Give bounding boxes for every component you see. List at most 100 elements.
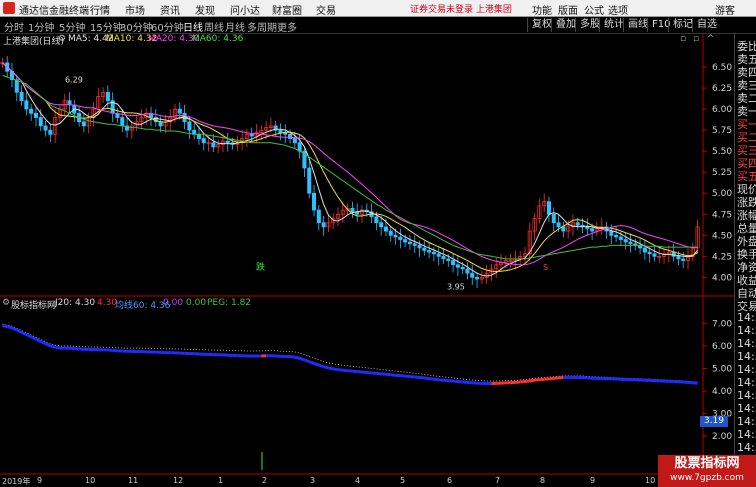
right-quote-panel: 委比 卖五 卖四 卖三 卖二 卖一 买一 买二 买三 买四 买五 现价 涨跌 涨幅 总量 外盘 换手 净资 收益 自动…: [734, 34, 756, 487]
sub-indicator-segment: [333, 367, 339, 372]
right-panel-item: 14:5: [737, 363, 756, 376]
sub-indicator-segment: [313, 362, 320, 367]
candle-body: [225, 140, 230, 144]
sub-indicator-segment: [318, 363, 325, 369]
candle-body: [187, 121, 192, 131]
candle-body: [623, 239, 628, 243]
signal-die-marker: 跌: [256, 262, 265, 273]
y-tick-label: 6.50: [712, 63, 732, 73]
x-axis-label: 10: [85, 476, 96, 485]
sub-y-tick-label: 4.00: [712, 387, 732, 397]
candle-body: [388, 230, 393, 236]
candle-body: [676, 255, 681, 260]
candle-body: [297, 142, 302, 152]
candle-body: [374, 216, 379, 224]
candle-body: [628, 241, 633, 245]
candle-body: [417, 245, 422, 249]
candle-body: [19, 91, 24, 102]
candle-body: [422, 247, 427, 251]
x-axis-label: 12: [173, 476, 184, 485]
y-tick-label: 5.00: [712, 189, 732, 199]
candle-body: [441, 255, 446, 260]
settings-icon[interactable]: ⚙: [58, 34, 66, 44]
candle-body: [671, 251, 676, 257]
candle-body: [24, 100, 29, 110]
sub-indicator-segment: [25, 333, 32, 339]
y-tick-label: 6.25: [712, 84, 732, 94]
signal-s-marker: S: [543, 263, 548, 272]
sub-indicator-segment: [54, 345, 61, 350]
right-panel-item: 14:5: [737, 337, 756, 350]
sub-y-tick-label: 6.00: [712, 342, 732, 352]
candle-body: [312, 192, 317, 211]
candle-body: [398, 236, 403, 240]
x-axis-label: 7: [495, 476, 501, 485]
x-axis-label: 5: [400, 476, 406, 485]
candle-body: [575, 222, 580, 226]
y-tick-label: 4.25: [712, 252, 732, 262]
candle-body: [316, 209, 321, 224]
sub-indicator-segment: [524, 379, 531, 384]
candle-body: [465, 268, 470, 274]
right-panel-item: 14:5: [737, 428, 756, 441]
chart-canvas[interactable]: 6.50 6.25 6.00 5.75 5.50 5.25 5.00 4.75 4.50 4.25…: [0, 0, 734, 487]
candle-body: [196, 133, 202, 139]
candle-body: [470, 272, 475, 278]
y-tick-label: 5.75: [712, 126, 732, 136]
candle-body: [431, 251, 436, 255]
peg-label: PEG: 1.82: [207, 298, 252, 308]
candle-body: [446, 258, 451, 261]
right-panel-item: 14:5: [737, 402, 756, 415]
candle-body: [105, 91, 110, 102]
expand-icon[interactable]: ▫: [693, 34, 699, 44]
scroll-up-icon[interactable]: ^: [707, 34, 715, 44]
candle-body: [427, 250, 432, 253]
candle-body: [590, 228, 595, 232]
sub-indicator-segment: [428, 377, 435, 381]
sub-indicator-segment: [303, 358, 310, 364]
y-tick-label: 4.50: [712, 231, 732, 241]
candle-body: [455, 264, 460, 268]
right-panel-item: 14:5: [737, 376, 756, 389]
j20-label: J20: 4.30: [55, 298, 96, 308]
ma60-label: MA60: 4.36: [192, 34, 244, 44]
x-axis-label: 8: [540, 476, 546, 485]
candle-body: [81, 121, 86, 127]
candle-body: [556, 222, 561, 228]
candle-body: [249, 133, 254, 137]
sub-chart-header: ⚙ 股标指标网 J20: 4.30 4.30 均线60: 4.36 0.00 0…: [0, 298, 730, 311]
candle-body: [475, 277, 480, 280]
candle-body: [561, 226, 566, 232]
x-axis-label: 6: [447, 476, 453, 485]
sub-settings-icon[interactable]: ⚙: [2, 298, 10, 308]
candle-body: [350, 208, 355, 213]
candle-body: [681, 258, 686, 261]
candle-body: [585, 226, 590, 229]
minimize-icon[interactable]: ▫: [680, 34, 686, 44]
sub-indicator-segment: [30, 335, 37, 341]
candle-body: [546, 201, 552, 215]
x-axis-label: 10: [645, 476, 656, 485]
y-tick-label: 4.75: [712, 210, 732, 220]
candle-body: [412, 243, 417, 246]
right-panel-item: 14:5: [737, 311, 756, 324]
sub-indicator-segment: [308, 360, 315, 365]
candle-body: [307, 167, 312, 194]
sub-indicator-segment: [2, 324, 8, 329]
sub-indicator-segment: [299, 356, 305, 362]
right-panel-item: 14:5: [737, 324, 756, 337]
site-watermark: 股票指标网 www.7gpzb.com: [658, 455, 756, 487]
sub-indicator-segment: [337, 368, 344, 372]
sub-indicator-segment: [11, 326, 18, 332]
sub-indicator-segment: [40, 339, 47, 345]
candle-body: [436, 253, 441, 257]
candle-body: [278, 129, 283, 134]
sub-indicator-segment: [6, 325, 13, 330]
candle-body: [614, 234, 619, 238]
sub-value-4: 0.00: [186, 298, 207, 308]
right-panel-item: 14:5: [737, 441, 756, 454]
candle-body: [609, 230, 614, 236]
x-axis-label: 9: [37, 476, 43, 485]
y-tick-label: 4.00: [712, 273, 732, 283]
candle-body: [460, 266, 465, 270]
